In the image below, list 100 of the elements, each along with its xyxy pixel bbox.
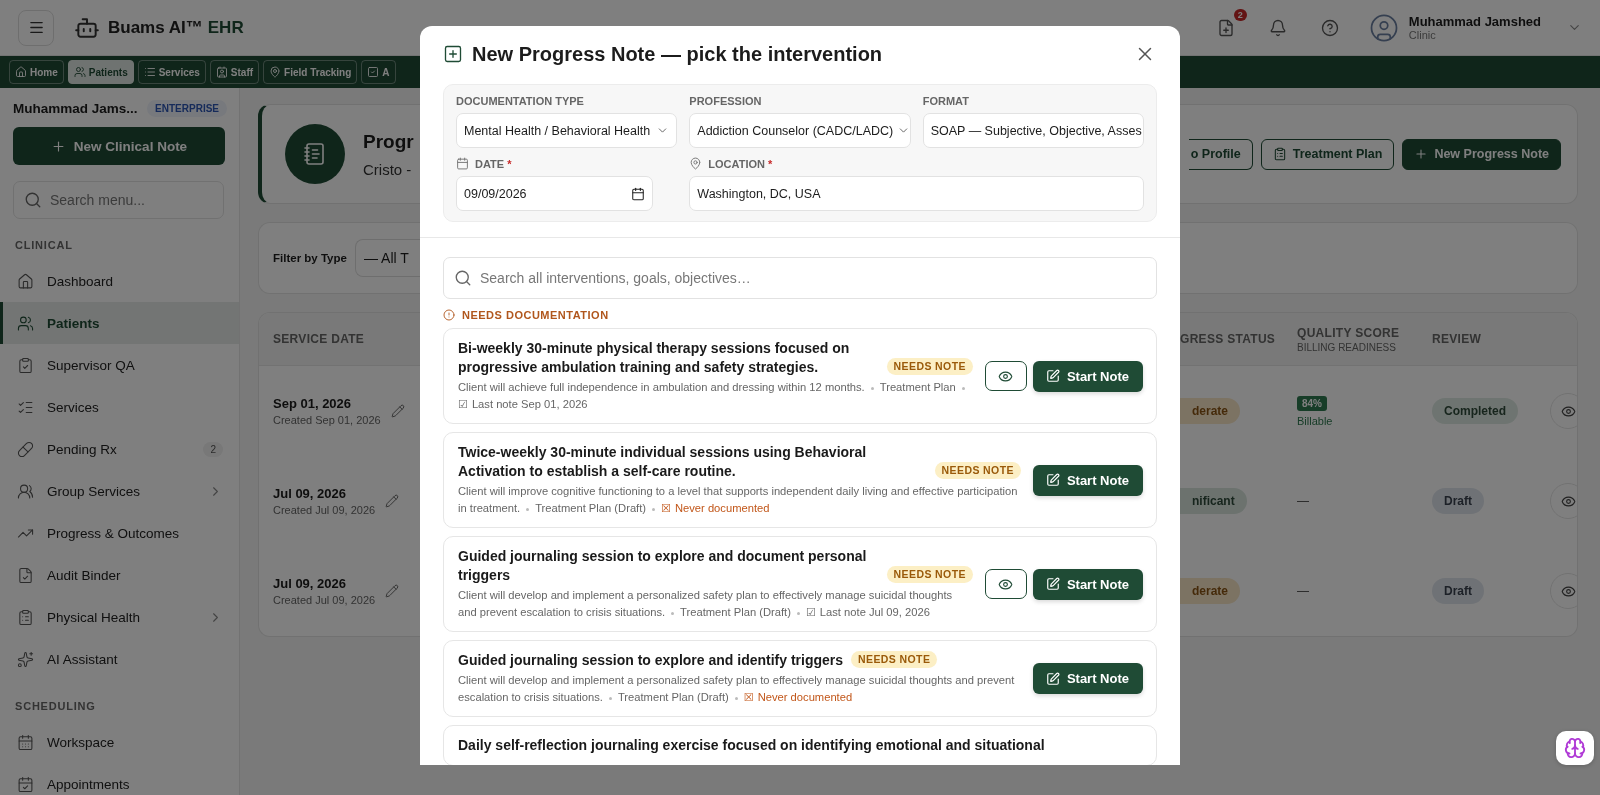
avatar-icon [1368, 12, 1399, 43]
edit-icon [1045, 577, 1060, 591]
sidebar-item[interactable]: Progress & Outcomes [0, 512, 239, 554]
nav-tab[interactable]: Staff [209, 60, 260, 84]
edit-icon [1045, 369, 1060, 383]
calendar-icon [630, 186, 645, 201]
empty-score: — [1297, 494, 1310, 508]
field-label: DATE * [475, 157, 512, 170]
action-button[interactable]: Treatment Plan [1260, 138, 1395, 170]
sidebar-item[interactable]: Services [0, 386, 239, 428]
field-label: LOCATION * [708, 157, 773, 170]
search-field[interactable]: Search menu... [13, 181, 224, 219]
action-button[interactable]: o Profile [1188, 138, 1253, 170]
select-field[interactable]: Addiction Counselor (CADC/LADC) [689, 113, 911, 148]
edit-icon[interactable] [385, 494, 400, 508]
sidebar-item[interactable]: Physical Health [0, 596, 239, 638]
start-note-button[interactable]: Start Note [1032, 360, 1143, 392]
review-pill: Draft [1432, 578, 1484, 604]
section-label: NEEDS DOCUMENTATION [462, 309, 609, 321]
group-icon [17, 482, 34, 500]
preview-button[interactable] [984, 569, 1027, 599]
created-date: Created Jul 09, 2026 [273, 594, 376, 606]
nav-tab[interactable]: Home [9, 60, 64, 84]
action-button[interactable]: New Progress Note [1402, 138, 1561, 170]
nav-tab[interactable]: A [361, 60, 396, 84]
input-field[interactable]: SOAP — Subjective, Objective, Asses [922, 113, 1144, 148]
empty-score: — [1297, 584, 1310, 598]
sidebar-item[interactable]: Supervisor QA [0, 344, 239, 386]
start-note-button[interactable]: Start Note [1032, 663, 1143, 694]
start-note-button[interactable]: Start Note [1032, 464, 1143, 496]
assistant-button[interactable] [1556, 731, 1594, 765]
pin-icon [269, 66, 282, 78]
edit-icon[interactable] [385, 584, 400, 598]
eye-icon [1560, 403, 1576, 419]
eye-icon [1560, 583, 1576, 599]
clipboard-icon [17, 356, 34, 374]
search-field[interactable]: Search all interventions, goals, objectives… [443, 257, 1157, 299]
nav-tab[interactable]: Patients [67, 60, 134, 84]
count-badge: 2 [203, 441, 223, 457]
view-button[interactable] [1550, 483, 1577, 519]
status-pill: derate [1180, 578, 1241, 604]
sidebar-item[interactable]: Workspace [0, 721, 239, 763]
sidebar-item[interactable]: Appointments [0, 763, 239, 795]
intervention-details: Client will improve cognitive functioning to a level that supports independent daily living and effective participation in treatment. Treatment Plan (Draft) ☒ Never documented [458, 484, 1019, 517]
input-field[interactable]: Washington, DC, USA [689, 176, 1144, 211]
plus-icon [50, 138, 66, 154]
sidebar-item[interactable]: Pending Rx 2 [0, 428, 239, 470]
created-date: Created Jul 09, 2026 [273, 504, 376, 516]
house-icon [17, 272, 34, 290]
intervention-title: Twice-weekly 30-minute individual sessions using Behavioral Activation to establish a self-care routine. [458, 443, 868, 481]
edit-icon[interactable] [390, 404, 405, 418]
brain-icon [1564, 737, 1586, 759]
people-icon [17, 314, 34, 332]
menu-button[interactable] [18, 9, 54, 46]
user-name: Muhammad Jamshed [1408, 14, 1541, 29]
service-date: Jul 09, 2026 [273, 486, 347, 501]
sidebar-item[interactable]: Patients [0, 302, 239, 344]
status-pill: nificant [1180, 488, 1247, 514]
field-label: DOCUMENTATION TYPE [456, 95, 584, 107]
sidebar-item[interactable]: Group Services [0, 470, 239, 512]
new-clinical-note-button[interactable]: New Clinical Note [13, 127, 225, 165]
preview-button[interactable] [984, 361, 1027, 391]
column-subheader: BILLING READINESS [1297, 341, 1397, 353]
select-field[interactable]: Mental Health / Behavioral Health [456, 113, 678, 148]
calendar-check-icon [17, 775, 34, 793]
field-label: FORMAT [922, 95, 969, 107]
view-button[interactable] [1550, 573, 1577, 609]
menu-icon [27, 19, 45, 36]
billing-status: Billable [1297, 414, 1333, 427]
review-pill: Draft [1432, 488, 1484, 514]
sparkles-icon [17, 650, 34, 668]
nav-tab[interactable]: Field Tracking [263, 60, 358, 84]
view-button[interactable] [1550, 393, 1577, 429]
status-pill: derate [1180, 398, 1241, 424]
intervention-title: Bi-weekly 30-minute physical therapy sessions focused on progressive ambulation training and safety strategies. [458, 339, 851, 377]
intervention-title: Guided journaling session to explore and document personal triggers [458, 547, 868, 585]
sidebar-item[interactable]: Dashboard [0, 260, 239, 302]
checkbox-icon [367, 66, 380, 78]
input-field[interactable]: 09/09/2026 [456, 176, 653, 211]
count-badge: 2 [1233, 8, 1247, 21]
section-title: SCHEDULING [14, 699, 97, 714]
notebook-icon [285, 124, 345, 184]
list-icon [143, 66, 156, 78]
edit-icon [1045, 473, 1060, 487]
service-date: Sep 01, 2026 [273, 396, 353, 411]
note-plus-icon [443, 44, 463, 64]
brand-name: Buams AI™ [108, 17, 203, 38]
sidebar-item[interactable]: Audit Binder [0, 554, 239, 596]
column-header: REVIEW [1432, 332, 1483, 346]
start-note-button[interactable]: Start Note [1032, 568, 1143, 600]
id-card-icon [215, 66, 228, 78]
clipboard-list-icon [17, 608, 34, 626]
status-badge: NEEDS NOTE [886, 566, 973, 583]
nav-tab[interactable]: Services [137, 60, 206, 84]
page-title: Progr [363, 130, 414, 153]
bell-icon [1268, 18, 1287, 37]
sidebar-item[interactable]: AI Assistant [0, 638, 239, 680]
column-header: QUALITY SCORE [1297, 325, 1401, 340]
eye-icon [1560, 493, 1576, 509]
intervention-details: Client will develop and implement a personalized safety plan to effectively manage suicidal thoughts and prevent escalation to crisis situations. Treatment Plan (Draft) ☒ Never documented [458, 673, 1016, 706]
